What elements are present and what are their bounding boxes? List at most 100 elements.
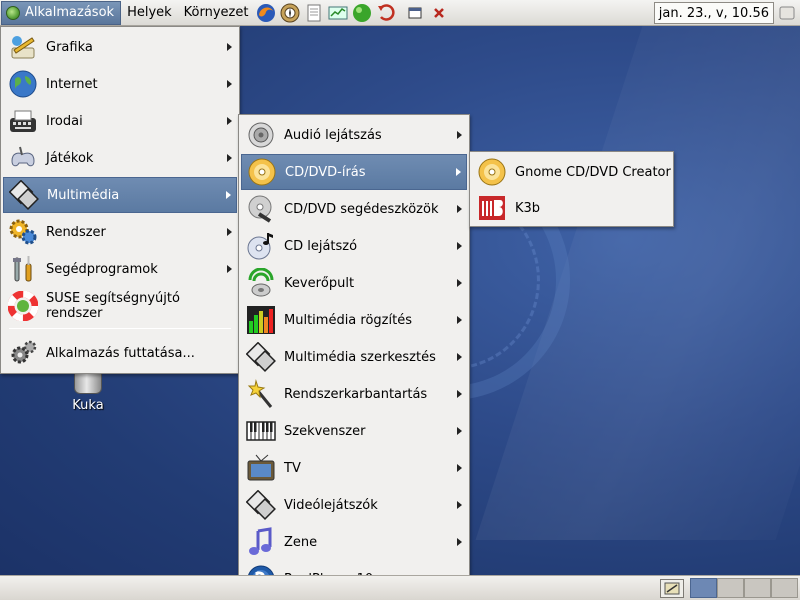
green-ball-icon[interactable] <box>351 2 373 24</box>
menu-item-cd-dvd-tools[interactable]: CD/DVD segédeszközök <box>241 191 467 227</box>
window-list-icon[interactable] <box>404 2 426 24</box>
submenu-arrow-icon <box>457 242 462 250</box>
typewriter-icon <box>7 105 39 137</box>
menu-item-sequencer[interactable]: Szekvenszer <box>241 413 467 449</box>
menu-item-label: Irodai <box>46 113 83 129</box>
piano-icon <box>245 415 277 447</box>
menu-separator <box>9 328 231 329</box>
cd-music-icon <box>245 230 277 262</box>
undo-icon[interactable] <box>375 2 397 24</box>
menu-item-suse-help[interactable]: SUSE segítségnyújtó rendszer <box>3 288 237 324</box>
submenu-arrow-icon <box>456 168 461 176</box>
menu-item-system-maintenance[interactable]: Rendszerkarbantartás <box>241 376 467 412</box>
menu-item-music[interactable]: Zene <box>241 524 467 560</box>
tv-icon <box>245 452 277 484</box>
submenu-arrow-icon <box>457 501 462 509</box>
graphics-icon <box>7 31 39 63</box>
submenu-arrow-icon <box>457 205 462 213</box>
speaker-icon <box>245 119 277 151</box>
show-desktop-button[interactable] <box>660 579 684 598</box>
menu-item-mixer[interactable]: Keverőpult <box>241 265 467 301</box>
menu-item-label: Grafika <box>46 39 93 55</box>
menu-item-label: Videólejátszók <box>284 497 378 513</box>
submenu-arrow-icon <box>457 390 462 398</box>
trash-label: Kuka <box>72 398 104 413</box>
close-icon[interactable] <box>428 2 450 24</box>
magic-wand-icon <box>245 378 277 410</box>
workspace-4[interactable] <box>771 578 798 598</box>
menu-item-cd-dvd-burning[interactable]: CD/DVD-írás <box>241 154 467 190</box>
lifebuoy-icon <box>7 290 39 322</box>
multimedia-submenu: Audió lejátszás CD/DVD-írás CD/DVD segéd… <box>238 114 470 593</box>
menu-item-irodai[interactable]: Irodai <box>3 103 237 139</box>
system-monitor-icon[interactable] <box>327 2 349 24</box>
submenu-arrow-icon <box>457 279 462 287</box>
menu-item-internet[interactable]: Internet <box>3 66 237 102</box>
menu-item-grafika[interactable]: Grafika <box>3 29 237 65</box>
menu-item-multimedia-recording[interactable]: Multimédia rögzítés <box>241 302 467 338</box>
menu-item-label: CD/DVD-írás <box>285 164 366 180</box>
tools-icon <box>7 253 39 285</box>
submenu-arrow-icon <box>457 131 462 139</box>
workspace-2[interactable] <box>717 578 744 598</box>
mixer-icon <box>245 267 277 299</box>
menu-item-cd-player[interactable]: CD lejátszó <box>241 228 467 264</box>
bottom-panel <box>0 575 800 600</box>
menu-item-k3b[interactable]: K3b <box>472 190 671 226</box>
menu-item-gnome-cd-dvd-creator[interactable]: Gnome CD/DVD Creator <box>472 154 671 190</box>
top-panel: Alkalmazások Helyek Környezet jan. 23., … <box>0 0 800 26</box>
menu-item-multimedia-editing[interactable]: Multimédia szerkesztés <box>241 339 467 375</box>
workspace-switcher <box>690 578 798 598</box>
applications-menu-button[interactable]: Alkalmazások <box>1 0 122 25</box>
menu-item-tv[interactable]: TV <box>241 450 467 486</box>
suse-logo-icon <box>6 5 20 20</box>
globe-icon <box>7 68 39 100</box>
video-player-icon <box>245 489 277 521</box>
menu-item-label: CD lejátszó <box>284 238 358 254</box>
submenu-arrow-icon <box>457 538 462 546</box>
applications-menu: Grafika Internet Irodai Játékok Multiméd… <box>0 26 240 374</box>
firefox-icon[interactable] <box>255 2 277 24</box>
menu-item-label: CD/DVD segédeszközök <box>284 201 439 217</box>
menu-item-audio-playback[interactable]: Audió lejátszás <box>241 117 467 153</box>
notification-icon[interactable] <box>778 4 796 22</box>
menu-item-label: SUSE segítségnyújtó rendszer <box>46 291 180 321</box>
submenu-arrow-icon <box>457 316 462 324</box>
run-icon <box>7 337 39 369</box>
media-edit-icon <box>245 341 277 373</box>
multimedia-icon <box>8 179 40 211</box>
document-icon[interactable] <box>303 2 325 24</box>
submenu-arrow-icon <box>457 353 462 361</box>
menu-item-label: Játékok <box>46 150 94 166</box>
submenu-arrow-icon <box>227 80 232 88</box>
k3b-icon <box>476 192 508 224</box>
submenu-arrow-icon <box>227 228 232 236</box>
clock[interactable]: jan. 23., v, 10.56 <box>653 2 774 24</box>
menu-item-label: Rendszer <box>46 224 106 240</box>
evolution-icon[interactable] <box>279 2 301 24</box>
menu-item-label: Segédprogramok <box>46 261 158 277</box>
menu-item-label: Internet <box>46 76 98 92</box>
menu-item-label: TV <box>284 460 301 476</box>
menu-item-label: K3b <box>515 200 541 216</box>
cd-burn-icon <box>246 156 278 188</box>
submenu-arrow-icon <box>227 43 232 51</box>
menu-item-run-application[interactable]: Alkalmazás futtatása... <box>3 335 237 371</box>
places-menu[interactable]: Helyek <box>121 1 178 25</box>
cd-tools-icon <box>245 193 277 225</box>
cd-dvd-burning-submenu: Gnome CD/DVD Creator K3b <box>469 151 674 227</box>
applications-label: Alkalmazások <box>25 5 115 20</box>
submenu-arrow-icon <box>227 265 232 273</box>
menu-item-rendszer[interactable]: Rendszer <box>3 214 237 250</box>
menu-item-jatekok[interactable]: Játékok <box>3 140 237 176</box>
submenu-arrow-icon <box>457 427 462 435</box>
menu-item-label: Szekvenszer <box>284 423 366 439</box>
workspace-3[interactable] <box>744 578 771 598</box>
workspace-1[interactable] <box>690 578 717 598</box>
menu-item-video-players[interactable]: Videólejátszók <box>241 487 467 523</box>
menu-item-segedprogramok[interactable]: Segédprogramok <box>3 251 237 287</box>
music-note-icon <box>245 526 277 558</box>
environment-menu[interactable]: Környezet <box>178 1 255 25</box>
menu-item-multimedia[interactable]: Multimédia <box>3 177 237 213</box>
menu-item-label: Zene <box>284 534 318 550</box>
